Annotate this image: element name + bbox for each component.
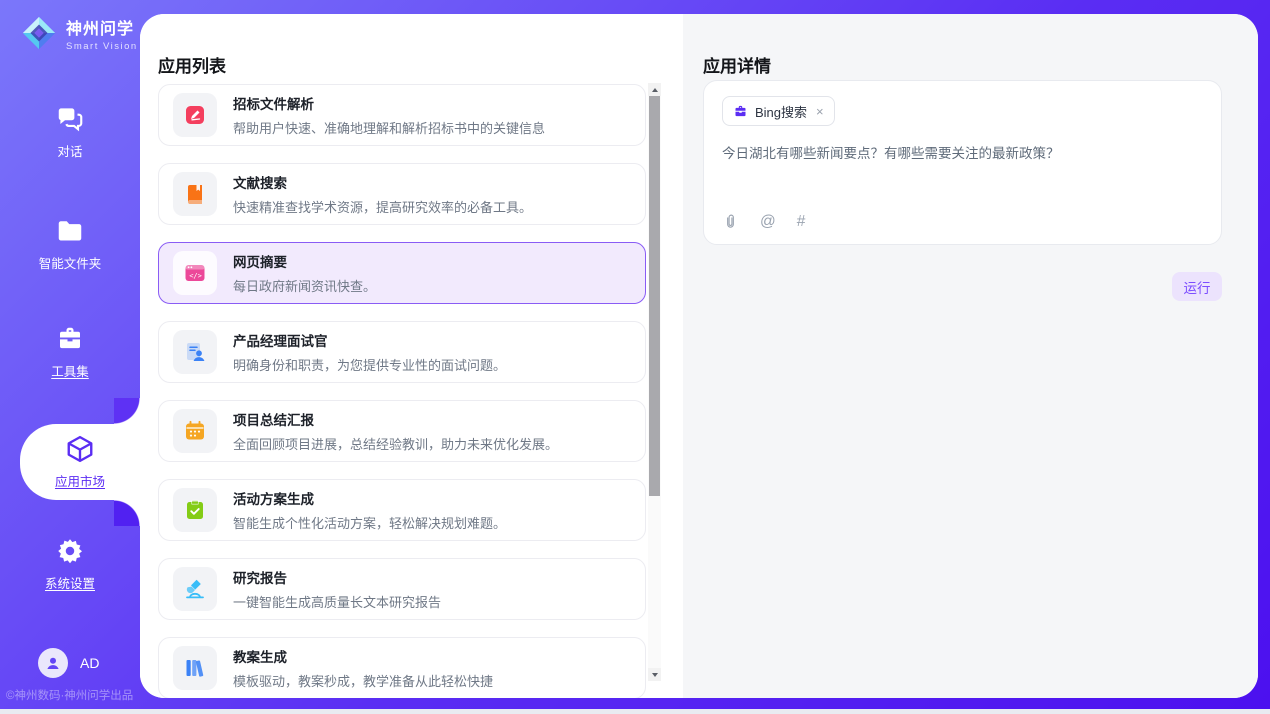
app-description: 帮助用户快速、准确地理解和解析招标书中的关键信息 xyxy=(233,118,545,137)
attachment-icon[interactable] xyxy=(722,213,739,230)
svg-text:</>: </> xyxy=(189,272,202,280)
app-description: 每日政府新闻资讯快查。 xyxy=(233,276,376,295)
folder-icon xyxy=(55,216,85,246)
sidebar-item-label: 系统设置 xyxy=(45,573,95,592)
sidebar-item-label: 对话 xyxy=(57,141,82,160)
sidebar-item-chat[interactable]: 对话 xyxy=(0,104,140,160)
app-list-item[interactable]: 活动方案生成 智能生成个性化活动方案，轻松解决规划难题。 xyxy=(158,479,646,541)
app-description: 智能生成个性化活动方案，轻松解决规划难题。 xyxy=(233,513,506,532)
scrollbar-thumb[interactable] xyxy=(649,96,660,496)
app-name: 研究报告 xyxy=(233,567,441,587)
avatar xyxy=(38,648,68,678)
books-icon xyxy=(173,646,217,690)
app-list-panel: 应用列表 招标文件解析 帮助用户快速、准确地理解和解析招标书中的关键信息 文献搜… xyxy=(140,14,683,698)
list-scrollbar[interactable] xyxy=(648,83,661,681)
triangle-up-icon xyxy=(652,88,658,92)
microscope-icon xyxy=(173,567,217,611)
app-list-item[interactable]: 教案生成 模板驱动，教案秒成，教学准备从此轻松快捷 xyxy=(158,637,646,698)
bottom-gap xyxy=(0,709,1270,714)
app-name: 活动方案生成 xyxy=(233,488,506,508)
prompt-card: Bing搜索 × 今日湖北有哪些新闻要点？有哪些需要关注的最新政策？ @ # xyxy=(703,80,1222,245)
app-name: 网页摘要 xyxy=(233,251,376,271)
sidebar-item-gear[interactable]: 系统设置 xyxy=(0,536,140,592)
prompt-toolbar: @ # xyxy=(722,213,805,230)
app-list-item[interactable]: 文献搜索 快速精准查找学术资源，提高研究效率的必备工具。 xyxy=(158,163,646,225)
logo-subtitle: Smart Vision xyxy=(66,41,138,52)
prompt-text[interactable]: 今日湖北有哪些新闻要点？有哪些需要关注的最新政策？ xyxy=(722,142,1203,162)
copyright-footer: ©神州数码·神州问学出品 xyxy=(6,687,140,703)
toolbox-icon xyxy=(55,324,85,354)
scroll-up-button[interactable] xyxy=(648,83,661,96)
app-list-item[interactable]: 招标文件解析 帮助用户快速、准确地理解和解析招标书中的关键信息 xyxy=(158,84,646,146)
app-description: 快速精准查找学术资源，提高研究效率的必备工具。 xyxy=(233,197,532,216)
app-name: 招标文件解析 xyxy=(233,93,545,113)
user-name: AD xyxy=(80,655,99,671)
sidebar-item-toolbox[interactable]: 工具集 xyxy=(0,324,140,380)
app-description: 全面回顾项目进展，总结经验教训，助力未来优化发展。 xyxy=(233,434,558,453)
app-description: 模板驱动，教案秒成，教学准备从此轻松快捷 xyxy=(233,671,493,690)
browser-code-icon: </> xyxy=(173,251,217,295)
triangle-down-icon xyxy=(652,673,658,677)
logo-diamond-icon xyxy=(20,14,58,52)
app-list-item[interactable]: 产品经理面试官 明确身份和职责，为您提供专业性的面试问题。 xyxy=(158,321,646,383)
chat-icon xyxy=(55,104,85,134)
gear-icon xyxy=(55,536,85,566)
main-content: 应用列表 招标文件解析 帮助用户快速、准确地理解和解析招标书中的关键信息 文献搜… xyxy=(140,14,1258,698)
remove-tool-icon[interactable]: × xyxy=(816,104,824,119)
hash-icon[interactable]: # xyxy=(797,213,806,230)
app-list-title: 应用列表 xyxy=(158,52,226,77)
logo-title: 神州问学 xyxy=(66,15,138,39)
cube-icon xyxy=(65,434,95,464)
application-window: 神州问学 Smart Vision 对话 智能文件夹 工具集 应用市场 系统设置… xyxy=(0,0,1270,714)
app-list: 招标文件解析 帮助用户快速、准确地理解和解析招标书中的关键信息 文献搜索 快速精… xyxy=(158,84,646,698)
app-description: 明确身份和职责，为您提供专业性的面试问题。 xyxy=(233,355,506,374)
app-name: 产品经理面试官 xyxy=(233,330,506,350)
app-name: 教案生成 xyxy=(233,646,493,666)
app-detail-panel: 应用详情 Bing搜索 × 今日湖北有哪些新闻要点？有哪些需要关注的最新政策？ … xyxy=(683,14,1258,698)
app-description: 一键智能生成高质量长文本研究报告 xyxy=(233,592,441,611)
run-button[interactable]: 运行 xyxy=(1172,272,1222,301)
book-icon xyxy=(173,172,217,216)
calendar-icon xyxy=(173,409,217,453)
tool-tag-label: Bing搜索 xyxy=(755,102,807,121)
app-name: 文献搜索 xyxy=(233,172,532,192)
tool-tag-bing-search[interactable]: Bing搜索 × xyxy=(722,96,835,126)
app-logo: 神州问学 Smart Vision xyxy=(20,14,138,52)
sidebar: 神州问学 Smart Vision 对话 智能文件夹 工具集 应用市场 系统设置… xyxy=(0,0,140,709)
document-edit-icon xyxy=(173,93,217,137)
app-detail-title: 应用详情 xyxy=(703,52,771,77)
sidebar-item-label: 智能文件夹 xyxy=(39,253,102,272)
sidebar-item-cube[interactable]: 应用市场 xyxy=(20,424,140,500)
user-icon xyxy=(44,654,62,672)
app-list-item[interactable]: 项目总结汇报 全面回顾项目进展，总结经验教训，助力未来优化发展。 xyxy=(158,400,646,462)
mention-icon[interactable]: @ xyxy=(760,213,776,230)
briefcase-icon xyxy=(733,104,748,119)
sidebar-item-label: 工具集 xyxy=(51,361,89,380)
sidebar-item-folder[interactable]: 智能文件夹 xyxy=(0,216,140,272)
app-list-item[interactable]: 研究报告 一键智能生成高质量长文本研究报告 xyxy=(158,558,646,620)
interview-icon xyxy=(173,330,217,374)
user-account[interactable]: AD xyxy=(38,648,99,678)
app-list-item[interactable]: </> 网页摘要 每日政府新闻资讯快查。 xyxy=(158,242,646,304)
sidebar-item-label: 应用市场 xyxy=(55,471,105,490)
scroll-down-button[interactable] xyxy=(648,668,661,681)
clipboard-check-icon xyxy=(173,488,217,532)
app-name: 项目总结汇报 xyxy=(233,409,558,429)
